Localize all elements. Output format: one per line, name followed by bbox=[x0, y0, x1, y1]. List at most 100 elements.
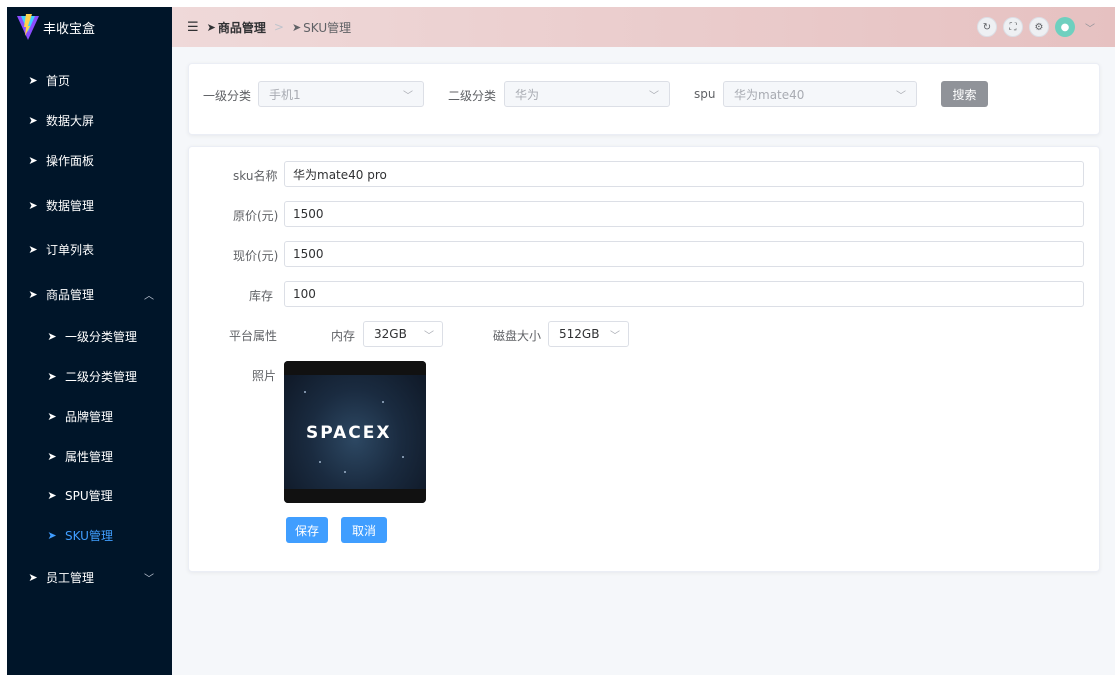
send-icon: ➤ bbox=[47, 369, 57, 383]
current-price-label: 现价(元) bbox=[233, 249, 279, 263]
sidebar-item-label: 品牌管理 bbox=[65, 409, 114, 424]
sidebar-item-category2[interactable]: ➤ 二级分类管理 bbox=[7, 356, 172, 396]
attr-memory-value: 32GB bbox=[374, 327, 407, 341]
star-dot bbox=[319, 461, 321, 463]
category2-label: 二级分类 bbox=[448, 89, 497, 103]
refresh-icon[interactable]: ↻ bbox=[977, 17, 997, 37]
sidebar-item-sku[interactable]: ➤ SKU管理 bbox=[7, 515, 172, 555]
send-icon: ➤ bbox=[47, 329, 57, 343]
send-icon: ➤ bbox=[28, 73, 38, 87]
sidebar-item-data-screen[interactable]: ➤ 数据大屏 bbox=[7, 100, 172, 140]
avatar[interactable]: ● bbox=[1055, 17, 1075, 37]
settings-icon[interactable]: ⚙ bbox=[1029, 17, 1049, 37]
attr-disk-label: 磁盘大小 bbox=[493, 329, 542, 343]
chevron-down-icon[interactable]: ﹀ bbox=[1085, 20, 1095, 35]
breadcrumb-separator: > bbox=[273, 20, 284, 34]
sidebar-item-label: 操作面板 bbox=[46, 153, 95, 168]
send-icon: ➤ bbox=[47, 409, 57, 423]
chevron-down-icon: ﹀ bbox=[896, 90, 906, 102]
sidebar-item-label: 订单列表 bbox=[46, 242, 95, 257]
sku-name-label: sku名称 bbox=[233, 169, 278, 183]
chevron-down-icon: ﹀ bbox=[144, 573, 154, 585]
sidebar-item-brand[interactable]: ➤ 品牌管理 bbox=[7, 396, 172, 436]
star-dot bbox=[402, 456, 404, 458]
breadcrumb-item[interactable]: 商品管理 bbox=[218, 19, 266, 36]
sku-name-input[interactable]: 华为mate40 pro bbox=[284, 161, 1084, 187]
cancel-button[interactable]: 取消 bbox=[341, 517, 387, 543]
sidebar-item-label: 商品管理 bbox=[46, 287, 95, 302]
attr-memory-select[interactable]: 32GB ﹀ bbox=[363, 321, 443, 347]
sidebar-item-label: SPU管理 bbox=[65, 488, 113, 503]
sidebar-item-attribute[interactable]: ➤ 属性管理 bbox=[7, 436, 172, 476]
sidebar-item-spu[interactable]: ➤ SPU管理 bbox=[7, 475, 172, 515]
star-dot bbox=[344, 471, 346, 473]
send-icon: ➤ bbox=[47, 449, 57, 463]
attr-disk-value: 512GB bbox=[559, 327, 600, 341]
attr-disk-select[interactable]: 512GB ﹀ bbox=[548, 321, 629, 347]
sidebar-item-staff-management[interactable]: ➤ 员工管理 ﹀ bbox=[7, 557, 172, 597]
sidebar-item-label: 二级分类管理 bbox=[65, 369, 138, 384]
logo: 丰收宝盒 bbox=[7, 7, 172, 47]
sidebar-item-product-management[interactable]: ➤ 商品管理 ︿ bbox=[7, 274, 172, 314]
chevron-down-icon: ﹀ bbox=[610, 330, 620, 342]
send-icon: ➤ bbox=[28, 570, 38, 584]
menu-toggle-icon[interactable]: ☰ bbox=[187, 20, 199, 35]
send-icon: ➤ bbox=[28, 153, 38, 167]
search-button[interactable]: 搜索 bbox=[941, 81, 988, 107]
chevron-up-icon: ︿ bbox=[144, 290, 154, 302]
chevron-down-icon: ﹀ bbox=[649, 90, 659, 102]
sidebar-item-label: 数据大屏 bbox=[46, 113, 95, 128]
breadcrumb-item: SKU管理 bbox=[303, 20, 352, 35]
send-icon: ➤ bbox=[28, 287, 38, 301]
breadcrumb: ➤ 商品管理 > ➤ SKU管理 bbox=[207, 19, 351, 36]
spu-label: spu bbox=[694, 87, 716, 101]
attr-memory-label: 内存 bbox=[331, 329, 356, 343]
send-icon: ➤ bbox=[291, 20, 302, 34]
send-icon: ➤ bbox=[47, 528, 57, 542]
sidebar-item-label: 员工管理 bbox=[46, 570, 95, 585]
top-header: ☰ ➤ 商品管理 > ➤ SKU管理 ↻ ⛶ ⚙ ● ﹀ bbox=[172, 7, 1115, 47]
category1-select[interactable]: 手机1 ﹀ bbox=[258, 81, 424, 107]
sidebar-item-label: 一级分类管理 bbox=[65, 329, 138, 344]
star-dot bbox=[382, 401, 384, 403]
sidebar-item-data-management[interactable]: ➤ 数据管理 bbox=[7, 185, 172, 225]
send-icon: ➤ bbox=[206, 20, 216, 34]
stock-input[interactable]: 100 bbox=[284, 281, 1084, 307]
sidebar-item-home[interactable]: ➤ 首页 bbox=[7, 60, 172, 100]
sidebar: 丰收宝盒 ➤ 首页 ➤ 数据大屏 ➤ 操作面板 ➤ 数据管理 ➤ 订单列表 ➤ … bbox=[7, 7, 172, 675]
category1-value: 手机1 bbox=[269, 87, 301, 102]
sidebar-item-operation-panel[interactable]: ➤ 操作面板 bbox=[7, 140, 172, 180]
sidebar-item-category1[interactable]: ➤ 一级分类管理 bbox=[7, 316, 172, 356]
price-label: 原价(元) bbox=[233, 209, 279, 223]
sidebar-item-order-list[interactable]: ➤ 订单列表 bbox=[7, 229, 172, 269]
send-icon: ➤ bbox=[28, 242, 38, 256]
logo-icon bbox=[17, 14, 39, 40]
sidebar-item-label: SKU管理 bbox=[65, 528, 113, 543]
spu-value: 华为mate40 bbox=[734, 87, 805, 102]
sidebar-item-label: 属性管理 bbox=[65, 449, 114, 464]
product-photo[interactable]: SPACEX bbox=[284, 361, 426, 503]
category2-select[interactable]: 华为 ﹀ bbox=[504, 81, 670, 107]
star-dot bbox=[304, 391, 306, 393]
price-input[interactable]: 1500 bbox=[284, 201, 1084, 227]
fullscreen-icon[interactable]: ⛶ bbox=[1003, 17, 1023, 37]
photo-label: 照片 bbox=[252, 369, 277, 383]
category1-label: 一级分类 bbox=[203, 89, 252, 103]
chevron-down-icon: ﹀ bbox=[403, 90, 413, 102]
send-icon: ➤ bbox=[28, 198, 38, 212]
send-icon: ➤ bbox=[47, 488, 57, 502]
save-button[interactable]: 保存 bbox=[286, 517, 328, 543]
sidebar-item-label: 首页 bbox=[46, 73, 71, 88]
app-title: 丰收宝盒 bbox=[43, 21, 96, 37]
stock-label: 库存 bbox=[249, 289, 274, 303]
spacex-logo-text: SPACEX bbox=[306, 423, 392, 443]
sidebar-item-label: 数据管理 bbox=[46, 198, 95, 213]
category2-value: 华为 bbox=[515, 87, 540, 102]
send-icon: ➤ bbox=[28, 113, 38, 127]
chevron-down-icon: ﹀ bbox=[424, 330, 434, 342]
photo-border-top bbox=[284, 361, 426, 375]
current-price-input[interactable]: 1500 bbox=[284, 241, 1084, 267]
spu-select[interactable]: 华为mate40 ﹀ bbox=[723, 81, 917, 107]
platform-attr-label: 平台属性 bbox=[229, 329, 278, 343]
photo-border-bottom bbox=[284, 489, 426, 503]
